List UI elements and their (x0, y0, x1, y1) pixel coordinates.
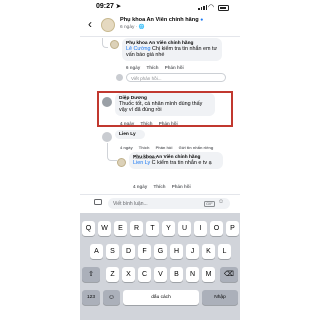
comment-time: 4 ngày (120, 145, 133, 150)
key-k[interactable]: K (202, 244, 215, 259)
comment-actions: 4 ngày Thích Phản hồi Gửi tin nhắn riêng (120, 145, 218, 150)
key-j[interactable]: J (186, 244, 199, 259)
key-l[interactable]: L (218, 244, 231, 259)
key-p[interactable]: P (226, 221, 239, 236)
key-q[interactable]: Q (82, 221, 95, 236)
back-icon[interactable]: ‹ (88, 17, 92, 31)
key-o[interactable]: O (210, 221, 223, 236)
key-d[interactable]: D (122, 244, 135, 259)
brand-avatar[interactable] (110, 40, 119, 49)
key-s[interactable]: S (106, 244, 119, 259)
fan-badge: Fan tích cực (133, 154, 157, 160)
key-u[interactable]: U (178, 221, 191, 236)
keyboard: Q W E R T Y U I O P A S D F G H J K L ⇧ … (80, 213, 240, 320)
status-bar: 09:27 ➤ ◠ (80, 2, 240, 14)
key-n[interactable]: N (186, 267, 199, 282)
location-icon: ➤ (115, 4, 121, 10)
key-r[interactable]: R (130, 221, 143, 236)
comment-actions: 4 ngày Thích Phản hồi (133, 184, 196, 189)
reply-button[interactable]: Phản hồi (172, 184, 191, 189)
post-meta: 6 ngày · 🌐 (120, 25, 145, 30)
phone-screen: 09:27 ➤ ◠ ‹ Phụ khoa An Viên chính hãng … (80, 0, 240, 320)
gif-icon[interactable]: GIF (204, 200, 215, 207)
return-key[interactable]: Nhập (202, 290, 238, 305)
key-i[interactable]: I (194, 221, 207, 236)
comment-text: Lien Ly C kiểm tra tin nhắn e tv ạ (133, 159, 212, 166)
like-button[interactable]: Thích (147, 65, 159, 70)
key-g[interactable]: G (154, 244, 167, 259)
comment-time: 4 ngày (133, 184, 148, 189)
comment-composer: Viết bình luận... GIF ☺ (80, 194, 240, 212)
key-x[interactable]: X (122, 267, 135, 282)
page-avatar[interactable] (101, 18, 115, 32)
like-button[interactable]: Thích (154, 184, 166, 189)
battery-icon (218, 5, 229, 11)
emoji-key[interactable]: ☺ (103, 290, 120, 305)
reply-button[interactable]: Phản hồi (156, 145, 173, 150)
brand-avatar[interactable] (117, 158, 126, 167)
comment-time: 6 ngày (126, 65, 141, 70)
comment-placeholder: Viết bình luận... (113, 201, 148, 207)
key-c[interactable]: C (138, 267, 151, 282)
commenter-avatar[interactable] (102, 132, 112, 142)
highlight-frame (97, 91, 233, 127)
key-t[interactable]: T (146, 221, 159, 236)
post-header: ‹ Phụ khoa An Viên chính hãng ● 6 ngày ·… (80, 15, 240, 37)
mention-link[interactable]: Lê Cường (126, 46, 151, 52)
key-e[interactable]: E (114, 221, 127, 236)
comment-text: Lê Cường Chị kiểm tra tin nhắn em tư vấn… (126, 45, 218, 59)
key-z[interactable]: Z (106, 267, 119, 282)
like-button[interactable]: Thích (139, 145, 150, 150)
comment-author[interactable]: Lien Ly (119, 132, 141, 137)
key-m[interactable]: M (202, 267, 215, 282)
space-key[interactable]: dấu cách (123, 290, 199, 305)
key-a[interactable]: A (90, 244, 103, 259)
lien-comment-bubble: Lien Ly (115, 130, 145, 139)
page-name[interactable]: Phụ khoa An Viên chính hãng ● (120, 17, 203, 23)
delete-key[interactable]: ⌫ (220, 267, 238, 282)
comment-actions: 6 ngày Thích Phản hồi (126, 65, 189, 70)
thread-line (107, 143, 117, 161)
status-time: 09:27 ➤ (96, 3, 121, 10)
shift-key[interactable]: ⇧ (82, 267, 100, 282)
camera-icon[interactable] (94, 199, 102, 205)
brand-reply-bubble: Fan tích cực Phụ khoa An Viên chính hãng… (129, 152, 223, 169)
user-avatar (116, 74, 123, 81)
comment-input[interactable]: Viết bình luận... GIF ☺ (108, 198, 230, 209)
reply-input[interactable]: Viết phản hồi... (126, 73, 226, 82)
mention-link[interactable]: Lien Ly (133, 160, 150, 166)
sticker-icon[interactable]: ☺ (217, 199, 225, 204)
key-y[interactable]: Y (162, 221, 175, 236)
verified-icon: ● (200, 17, 204, 23)
reply-button[interactable]: Phản hồi (165, 65, 184, 70)
key-w[interactable]: W (98, 221, 111, 236)
key-b[interactable]: B (170, 267, 183, 282)
signal-icon (198, 5, 208, 10)
key-f[interactable]: F (138, 244, 151, 259)
message-button[interactable]: Gửi tin nhắn riêng (179, 145, 214, 150)
key-v[interactable]: V (154, 267, 167, 282)
key-h[interactable]: H (170, 244, 183, 259)
brand-reply-bubble: Phụ khoa An Viên chính hãng Lê Cường Chị… (122, 38, 222, 62)
thread-line (102, 38, 108, 48)
numbers-key[interactable]: 123 (82, 290, 100, 305)
wifi-icon: ◠ (208, 4, 215, 11)
